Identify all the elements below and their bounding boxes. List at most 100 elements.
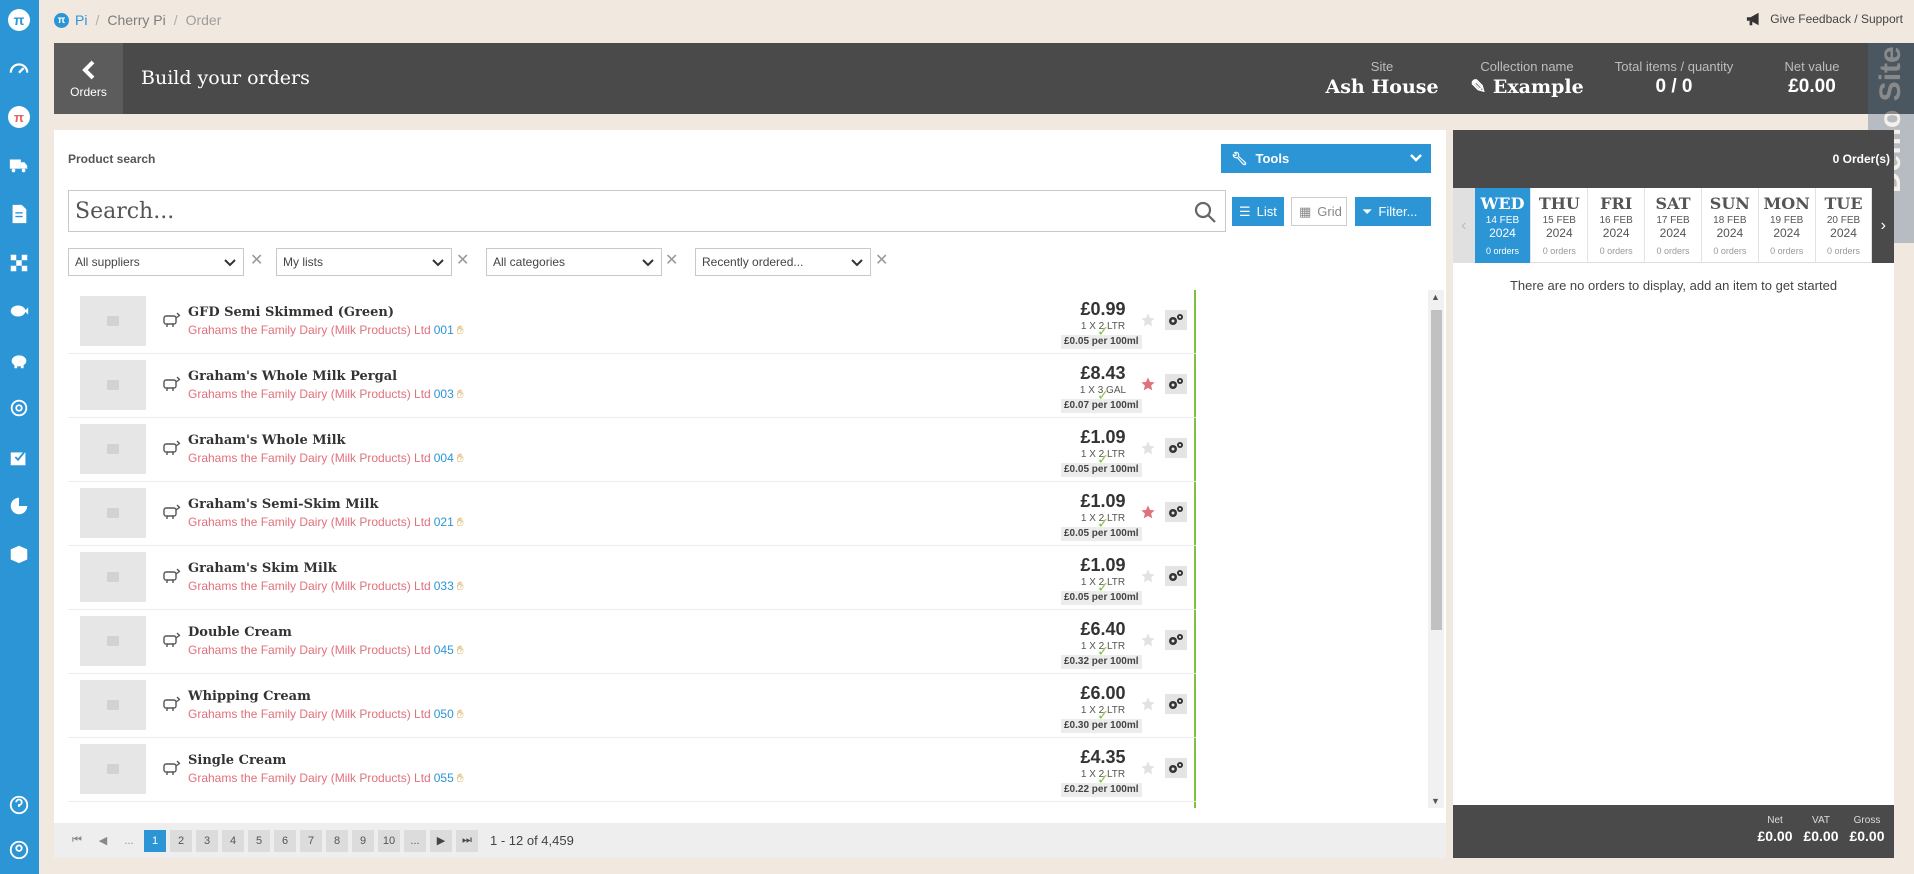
page-number[interactable]: 6	[274, 829, 296, 852]
add-to-order-button[interactable]	[1194, 802, 1196, 808]
product-list-scrollbar[interactable]: ▲ ▼	[1428, 290, 1444, 808]
delivery-day[interactable]: WED 14 FEB 2024 0 orders	[1474, 188, 1532, 263]
add-to-order-button[interactable]: +	[1194, 674, 1196, 737]
product-row[interactable]: Graham's Skim Milk Grahams the Family Da…	[68, 546, 1196, 610]
first-page-icon[interactable]: ⏮	[66, 830, 88, 852]
product-settings-button[interactable]	[1165, 310, 1187, 330]
add-to-order-button[interactable]: +	[1194, 482, 1196, 545]
pi-logo-icon[interactable]: π	[8, 9, 30, 31]
add-to-order-button[interactable]: +	[1194, 290, 1196, 353]
delivery-day[interactable]: THU 15 FEB 2024 0 orders	[1531, 188, 1589, 263]
product-name[interactable]: Graham's Whole Milk	[188, 433, 346, 448]
product-settings-button[interactable]	[1165, 374, 1187, 394]
delivery-day[interactable]: FRI 16 FEB 2024 0 orders	[1588, 188, 1646, 263]
user-icon[interactable]	[7, 838, 31, 862]
product-row[interactable]: Single Cream Grahams the Family Dairy (M…	[68, 738, 1196, 802]
supplier-filter-select[interactable]: All suppliers	[68, 248, 244, 276]
favourite-star-icon[interactable]	[1140, 440, 1156, 456]
fish-icon[interactable]	[7, 299, 31, 323]
clear-recent-filter-icon[interactable]: ✕	[875, 253, 889, 269]
page-number[interactable]: 5	[248, 829, 270, 852]
page-number[interactable]: 8	[326, 829, 348, 852]
piggy-bank-icon[interactable]	[7, 348, 31, 372]
favourite-star-icon[interactable]	[1140, 760, 1156, 776]
add-to-order-button[interactable]: +	[1194, 546, 1196, 609]
target-icon[interactable]	[7, 396, 31, 420]
page-number[interactable]: 10	[378, 829, 400, 852]
add-to-order-button[interactable]: +	[1194, 610, 1196, 673]
orders-nav-icon[interactable]: π	[8, 106, 30, 128]
favourite-star-icon[interactable]	[1140, 696, 1156, 712]
product-row[interactable]: Whipping Cream Grahams the Family Dairy …	[68, 674, 1196, 738]
page-number[interactable]: 4	[222, 829, 244, 852]
delivery-day[interactable]: SAT 17 FEB 2024 0 orders	[1645, 188, 1702, 263]
prev-days-icon[interactable]: ‹	[1453, 188, 1475, 263]
clear-category-filter-icon[interactable]: ✕	[665, 253, 679, 269]
scroll-up-icon[interactable]: ▲	[1431, 292, 1440, 302]
product-settings-button[interactable]	[1165, 694, 1187, 714]
product-settings-button[interactable]	[1165, 502, 1187, 522]
dashboard-icon[interactable]	[7, 57, 31, 81]
page-number[interactable]: 1	[144, 829, 166, 852]
next-days-icon[interactable]: ›	[1872, 188, 1894, 263]
delivery-day[interactable]: MON 19 FEB 2024 0 orders	[1759, 188, 1816, 263]
favourite-star-icon[interactable]	[1140, 632, 1156, 648]
product-name[interactable]: Graham's Whole Milk Pergal	[188, 369, 397, 384]
product-name[interactable]: Whipping Cream	[188, 689, 311, 704]
back-to-orders-button[interactable]: Orders	[54, 43, 123, 114]
filter-button[interactable]: ⏷ Filter...	[1355, 197, 1431, 226]
search-icon[interactable]	[1193, 200, 1217, 224]
page-number[interactable]: 2	[170, 829, 192, 852]
page-number[interactable]: 3	[196, 829, 218, 852]
delivery-day[interactable]: SUN 18 FEB 2024 0 orders	[1702, 188, 1759, 263]
page-number[interactable]: 9	[352, 829, 374, 852]
favourite-star-icon[interactable]	[1140, 504, 1156, 520]
add-to-order-button[interactable]: +	[1194, 354, 1196, 417]
box-icon[interactable]	[7, 542, 31, 566]
recent-filter-select[interactable]: Recently ordered...	[695, 248, 871, 276]
breadcrumb-cherry-pi[interactable]: Cherry Pi	[107, 12, 165, 28]
product-row[interactable]: Graham's Whole Milk Pergal Grahams the F…	[68, 354, 1196, 418]
checkered-icon[interactable]	[7, 251, 31, 275]
pager-ellipsis[interactable]: ...	[118, 830, 140, 852]
scrollbar-thumb[interactable]	[1431, 310, 1442, 630]
search-input[interactable]	[69, 191, 1169, 231]
product-name[interactable]: Double Cream	[188, 625, 292, 640]
product-name[interactable]: Single Cream	[188, 753, 286, 768]
category-filter-select[interactable]: All categories	[486, 248, 662, 276]
product-name[interactable]: Graham's Skim Milk	[188, 561, 337, 576]
next-page-icon[interactable]: ▶	[430, 829, 452, 852]
grid-view-button[interactable]: ▦ Grid	[1291, 197, 1347, 226]
clear-supplier-filter-icon[interactable]: ✕	[250, 253, 264, 269]
scroll-down-icon[interactable]: ▼	[1431, 796, 1440, 806]
product-settings-button[interactable]	[1165, 438, 1187, 458]
favourite-star-icon[interactable]	[1140, 312, 1156, 328]
product-name[interactable]: Graham's Semi-Skim Milk	[188, 497, 378, 512]
clear-lists-filter-icon[interactable]: ✕	[456, 253, 470, 269]
tools-dropdown[interactable]: 🔧︎ Tools	[1221, 144, 1431, 173]
lists-filter-select[interactable]: My lists	[276, 248, 452, 276]
page-number[interactable]: 7	[300, 829, 322, 852]
list-view-button[interactable]: ☰ List	[1232, 197, 1284, 226]
feedback-link[interactable]: Give Feedback / Support	[1746, 11, 1903, 27]
collection-stat[interactable]: Collection name ✎ Example	[1452, 59, 1602, 98]
pager-ellipsis[interactable]: ...	[404, 829, 426, 852]
product-settings-button[interactable]	[1165, 630, 1187, 650]
document-icon[interactable]	[7, 202, 31, 226]
product-row[interactable]: Double Cream Grahams the Family Dairy (M…	[68, 610, 1196, 674]
tasks-icon[interactable]	[7, 445, 31, 469]
product-row[interactable]: GFD Semi Skimmed (Green) Grahams the Fam…	[68, 290, 1196, 354]
last-page-icon[interactable]: ⏭	[456, 829, 478, 852]
favourite-star-icon[interactable]	[1140, 568, 1156, 584]
product-settings-button[interactable]	[1165, 566, 1187, 586]
delivery-day[interactable]: TUE 20 FEB 2024 0 orders	[1816, 188, 1873, 263]
product-name[interactable]: GFD Semi Skimmed (Green)	[188, 305, 394, 320]
product-row[interactable]: Graham's Semi-Skim Milk Grahams the Fami…	[68, 482, 1196, 546]
delivery-truck-icon[interactable]	[7, 153, 31, 177]
add-to-order-button[interactable]: +	[1194, 418, 1196, 481]
product-row[interactable]: Graham's Whole Milk Grahams the Family D…	[68, 418, 1196, 482]
pie-chart-icon[interactable]	[7, 494, 31, 518]
prev-page-icon[interactable]: ◀	[92, 830, 114, 852]
product-settings-button[interactable]	[1165, 758, 1187, 778]
favourite-star-icon[interactable]	[1140, 376, 1156, 392]
